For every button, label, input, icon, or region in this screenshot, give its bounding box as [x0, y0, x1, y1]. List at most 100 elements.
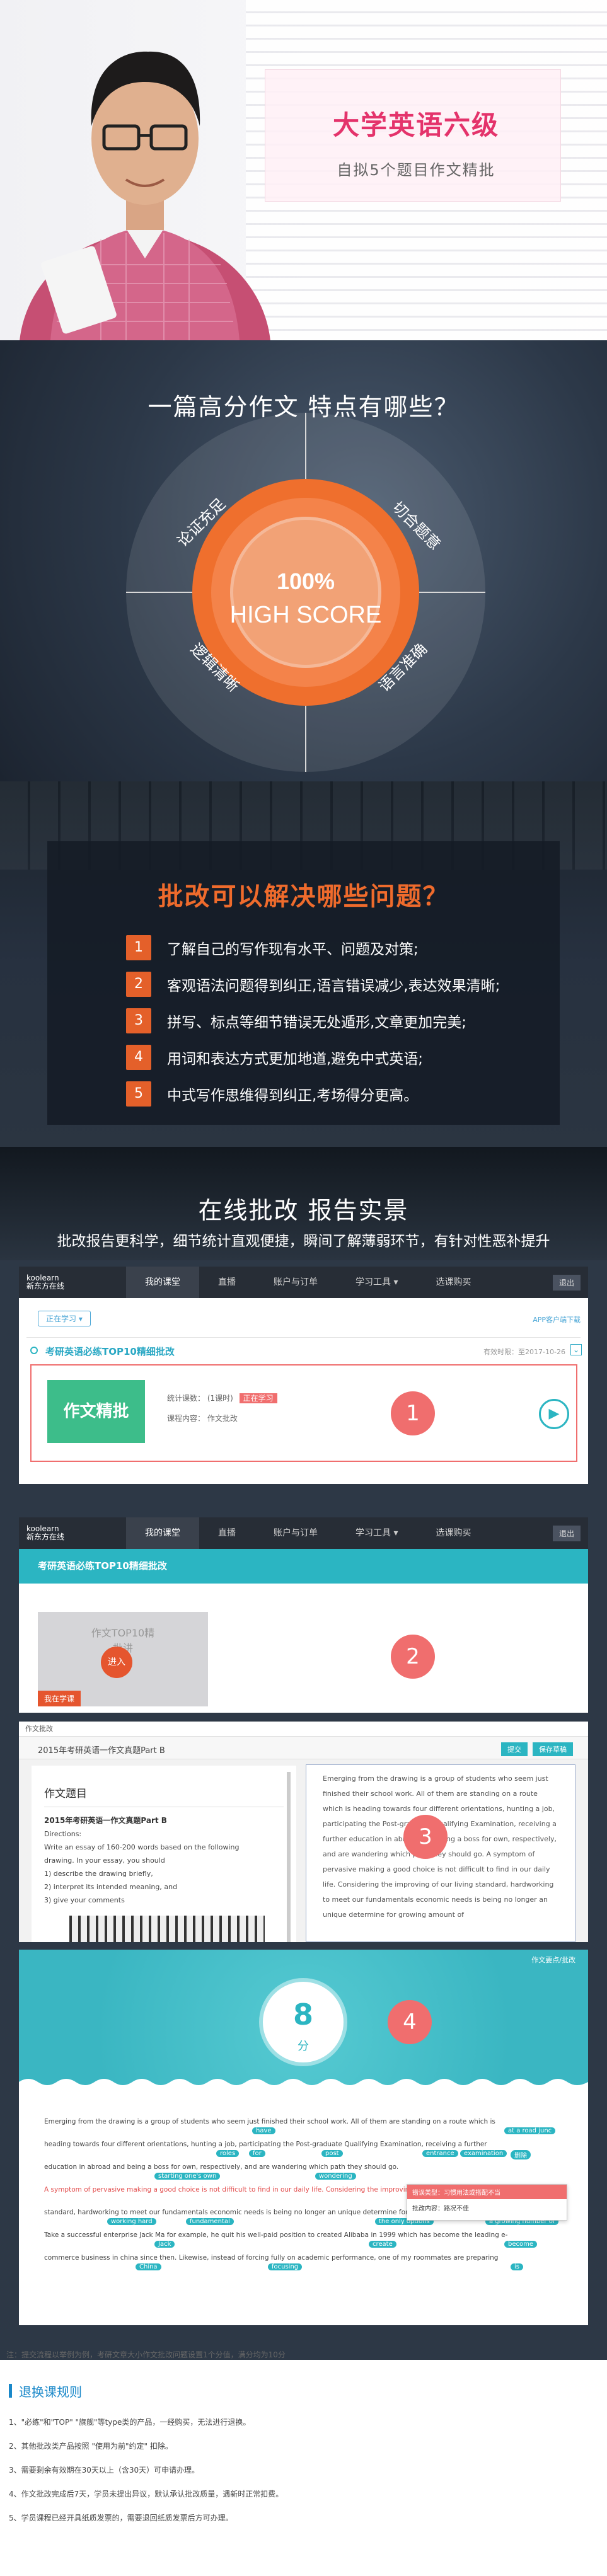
rule-item: 2、其他批改类产品按照 "使用为前"约定" 扣除。: [9, 2442, 173, 2451]
nav-buy-courses[interactable]: 选课购买: [417, 1267, 490, 1298]
problem-item: 4 用词和表达方式更加地道,避免中式英语;: [126, 1039, 500, 1076]
prompt-line: Write an essay of 160-200 words based on…: [44, 1843, 240, 1851]
top-navbar: koolearn 新东方在线 我的课堂 直播 账户与订单 学习工具 ▾ 选课购买 …: [19, 1267, 588, 1298]
hero-title: 大学英语六级: [332, 110, 499, 141]
report-subtitle: 批改报告更科学，细节统计直观便捷，瞬间了解薄弱环节，有针对性恶补提升: [57, 1233, 550, 1250]
essay-line: education in abroad and being a boss for…: [44, 2163, 399, 2171]
nav-account-orders[interactable]: 账户与订单: [255, 1267, 337, 1298]
correction-popup: 错误类型：习惯用法或搭配不当 批改内容：路况不佳: [407, 2184, 567, 2221]
screenshot-course-page: koolearn 新东方在线 我的课堂 直播 账户与订单 学习工具 ▾ 选课购买 …: [19, 1517, 588, 1713]
editor-topbar: 作文批改: [19, 1722, 588, 1737]
nav-my-classroom[interactable]: 我的课堂: [126, 1267, 199, 1298]
popup-error-type: 错误类型：习惯用法或搭配不当: [407, 2185, 567, 2199]
rule-item: 3、需要剩余有效期在30天以上（含30天）可申请办理。: [9, 2466, 200, 2475]
learning-filter-select[interactable]: 正在学习 ▾: [38, 1311, 91, 1326]
problem-number: 4: [126, 1045, 151, 1070]
status-badge: 正在学习: [239, 1393, 277, 1403]
logout-button[interactable]: 退出: [552, 1274, 581, 1291]
prompt-line: 3) give your comments: [44, 1896, 125, 1904]
course-header: 考研英语必练TOP10精细批改: [19, 1549, 588, 1584]
stats-label: 统计课数：: [167, 1394, 205, 1403]
prompt-line: 2) interpret its intended meaning, and: [44, 1883, 178, 1891]
nav-study-tools[interactable]: 学习工具 ▾: [337, 1517, 417, 1549]
save-draft-button[interactable]: 保存草稿: [533, 1742, 573, 1756]
koolearn-logo[interactable]: koolearn 新东方在线: [19, 1525, 126, 1541]
rules-title: 退换课规则: [19, 2384, 82, 2400]
content-value: 作文批改: [207, 1414, 238, 1423]
report-title: 在线批改 报告实景: [198, 1197, 409, 1224]
problem-number: 3: [126, 1008, 151, 1033]
essay-line: Emerging from the drawing is a group of …: [44, 2118, 495, 2125]
rules-list: 1、"必练"和"TOP" "旗舰"等type类的产品，一经购买，无法进行退换。 …: [9, 2417, 283, 2536]
stats-value: (1课时): [207, 1394, 233, 1403]
screenshot-essay-editor: 作文批改 2015年考研英语一作文真题Part B 提交 保存草稿 作文题目 2…: [19, 1722, 588, 1942]
report-banner: 在线批改 报告实景 批改报告更科学，细节统计直观便捷，瞬间了解薄弱环节，有针对性…: [0, 1147, 607, 1260]
problem-number: 1: [126, 935, 151, 960]
problem-text: 用词和表达方式更加地道,避免中式英语;: [167, 1051, 424, 1067]
rule-item: 4、作文批改完成后7天，学员未提出异议，默认承认批改质量，遇新时正常扣费。: [9, 2490, 284, 2498]
essay-title: 2015年考研英语一作文真题Part B: [38, 1746, 165, 1756]
step-badge-2: 2: [391, 1635, 435, 1679]
features-section: 一篇高分作文 特点有哪些？ 100% HIGH SCORE 论证充足 切合题意 …: [0, 340, 607, 781]
problem-text: 拼写、标点等细节错误无处遁形,文章更加完美;: [167, 1015, 467, 1031]
rule-item: 5、学员课程已经开具纸质发票的，需要退回纸质发票后方可办理。: [9, 2514, 233, 2522]
score-value: 8: [292, 1998, 313, 2032]
submit-button[interactable]: 提交: [501, 1742, 528, 1756]
essay-line: heading towards four different orientati…: [44, 2141, 487, 2148]
enter-button[interactable]: 进入: [101, 1647, 132, 1678]
prompt-line: drawing. In your essay, you should: [44, 1856, 165, 1865]
nav-study-tools[interactable]: 学习工具 ▾: [337, 1267, 417, 1298]
course-title[interactable]: 考研英语必练TOP10精细批改: [45, 1345, 175, 1358]
problem-text: 中式写作思维得到纠正,考场得分更高。: [167, 1088, 419, 1104]
problem-text: 客观语法问题得到纠正,语言错误减少,表达效果清晰;: [167, 978, 500, 994]
prompt-panel: 作文题目 2015年考研英语一作文真题Part B Directions: Wr…: [32, 1766, 296, 1942]
hero-subtitle: 自拟5个题目作文精批: [337, 161, 495, 179]
problem-number: 5: [126, 1081, 151, 1107]
essay-textarea[interactable]: Emerging from the drawing is a group of …: [306, 1764, 575, 1942]
step-badge-4: 4: [388, 2000, 432, 2044]
step-badge-3: 3: [403, 1815, 448, 1859]
report-top-right[interactable]: 作文要点/批改: [531, 1955, 575, 1965]
content-label: 课程内容：: [167, 1414, 205, 1423]
problem-item: 2 客观语法问题得到纠正,语言错误减少,表达效果清晰;: [126, 966, 500, 1003]
hero-banner: 大学英语六级 自拟5个题目作文精批: [0, 0, 607, 340]
rule-item: 1、"必练"和"TOP" "旗舰"等type类的产品，一经购买，无法进行退换。: [9, 2418, 251, 2427]
nav-my-classroom[interactable]: 我的课堂: [126, 1517, 199, 1549]
center-percent: 100%: [277, 568, 335, 594]
logout-button[interactable]: 退出: [552, 1525, 581, 1541]
nav-live[interactable]: 直播: [199, 1267, 255, 1298]
high-score-diagram: 100% HIGH SCORE 论证充足 切合题意 逻辑清晰 语言准确: [126, 413, 485, 772]
validity-text: 有效时限：至2017-10-26: [483, 1348, 565, 1356]
prompt-scrollbar[interactable]: [287, 1772, 291, 1942]
problems-list: 1 了解自己的写作现有水平、问题及对策; 2 客观语法问题得到纠正,语言错误减少,表…: [126, 929, 500, 1112]
step-badge-1: 1: [391, 1391, 435, 1435]
koolearn-logo[interactable]: koolearn 新东方在线: [19, 1274, 126, 1291]
problem-number: 2: [126, 972, 151, 997]
problems-section: 批改可以解决哪些问题？ 1 了解自己的写作现有水平、问题及对策; 2 客观语法问题得…: [0, 781, 607, 1147]
problem-item: 3 拼写、标点等细节错误无处遁形,文章更加完美;: [126, 1003, 500, 1039]
course-thumbnail[interactable]: 作文精批: [47, 1380, 145, 1443]
score-circle: 8 分: [259, 1978, 347, 2066]
prompt-heading: 作文题目: [44, 1788, 87, 1800]
nav-buy-courses[interactable]: 选课购买: [417, 1517, 490, 1549]
collapse-icon[interactable]: ⌄: [570, 1344, 582, 1355]
section-accent-bar: [9, 2384, 12, 2398]
screenshot-correction-report: 作文要点/批改 8 分 4 Emerging from the drawing …: [19, 1950, 588, 2325]
top-navbar: koolearn 新东方在线 我的课堂 直播 账户与订单 学习工具 ▾ 选课购买 …: [19, 1517, 588, 1549]
footnote: 注：提交流程以举例为例，考研文章大小作文批改问题设置1个分值，满分均为10分: [6, 2350, 286, 2359]
prompt-drawing: [69, 1916, 265, 1942]
screenshot-my-classroom: koolearn 新东方在线 我的课堂 直播 账户与订单 学习工具 ▾ 选课购买 …: [19, 1267, 588, 1484]
problems-title: 批改可以解决哪些问题？: [158, 882, 449, 911]
app-download-link[interactable]: APP客户端下载: [533, 1314, 581, 1325]
play-icon[interactable]: ▶: [539, 1399, 569, 1429]
popup-correction: 批改内容：路况不佳: [412, 2205, 469, 2212]
essay-line: commerce business in china since then. L…: [44, 2254, 499, 2262]
problem-item: 1 了解自己的写作现有水平、问题及对策;: [126, 929, 500, 966]
course-dot-icon: [30, 1347, 38, 1354]
nav-account-orders[interactable]: 账户与订单: [255, 1517, 337, 1549]
center-text: HIGH SCORE: [230, 602, 382, 628]
nav-live[interactable]: 直播: [199, 1517, 255, 1549]
problem-text: 了解自己的写作现有水平、问题及对策;: [167, 941, 419, 958]
prompt-title: 2015年考研英语一作文真题Part B: [44, 1816, 167, 1825]
refund-rules-section: 退换课规则 1、"必练"和"TOP" "旗舰"等type类的产品，一经购买，无法…: [0, 2360, 607, 2576]
